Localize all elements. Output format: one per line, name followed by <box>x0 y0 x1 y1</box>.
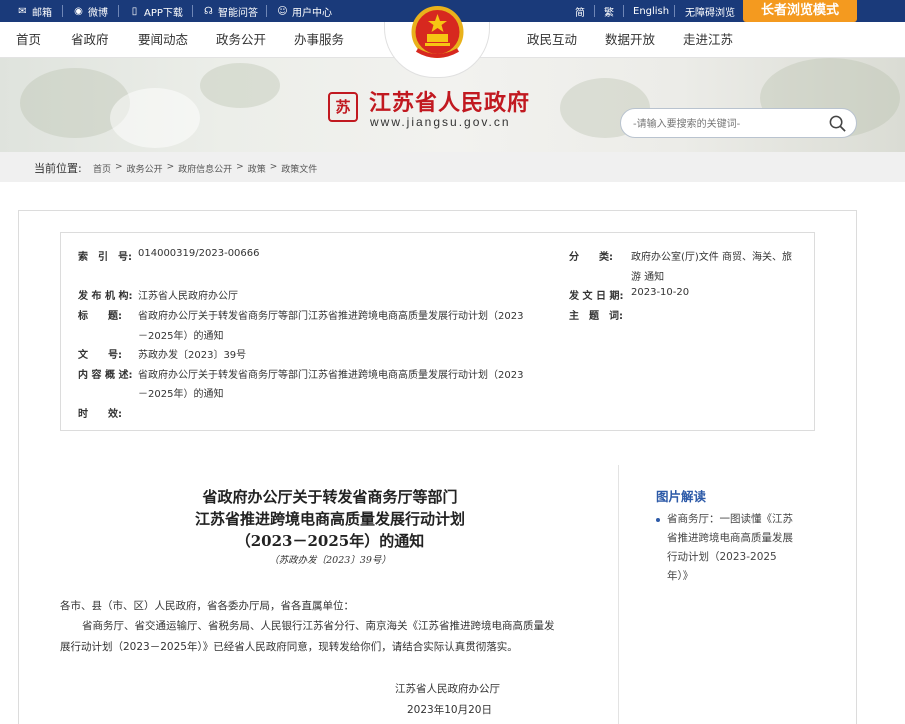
separator <box>192 5 193 17</box>
breadcrumb-sep: > <box>269 162 278 172</box>
decor-flower <box>110 88 200 148</box>
app-label: APP下载 <box>144 7 183 19</box>
paragraph-line-2: 展行动计划（2023－2025年）》已经省人民政府同意，现转发给你们，请结合实际… <box>60 641 518 653</box>
phone-icon: ▯ <box>131 5 138 17</box>
pic-link-line-3: 行动计划（2023-2025 <box>667 551 777 563</box>
weibo-label: 微博 <box>88 7 108 19</box>
breadcrumb-policy[interactable]: 政策 <box>248 162 266 175</box>
english-label: English <box>633 5 670 17</box>
user-center-link[interactable]: ☺ 用户中心 <box>277 0 332 22</box>
breadcrumb-info-disclosure[interactable]: 政府信息公开 <box>178 162 232 175</box>
english-link[interactable]: English <box>633 0 669 22</box>
user-icon: ☺ <box>277 5 288 17</box>
nav-item-interaction[interactable]: 政民互动 <box>527 22 577 58</box>
category-key: 分 类: <box>569 252 613 263</box>
national-emblem-icon <box>411 6 464 58</box>
breadcrumb-sep: > <box>166 162 175 172</box>
separator <box>266 5 267 17</box>
issue-date-key: 发 文 日 期: <box>569 291 624 302</box>
separator <box>594 5 595 17</box>
picture-interpretation-link[interactable]: 省商务厅：一图读懂《江苏 省推进跨境电商高质量发展 行动计划（2023-2025… <box>667 510 807 586</box>
index-number-value: 014000319/2023-00666 <box>138 248 260 259</box>
breadcrumb-policy-docs[interactable]: 政策文件 <box>281 162 317 175</box>
qa-label: 智能问答 <box>218 7 258 19</box>
separator <box>674 5 675 17</box>
app-download-link[interactable]: ▯ APP下载 <box>129 0 183 22</box>
document-title-line-2: 江苏省推进跨境电商高质量发展行动计划 <box>194 510 465 528</box>
breadcrumb-sep: > <box>115 162 123 172</box>
headset-icon: ☊ <box>204 5 213 17</box>
jiangsu-logo-icon: 苏 <box>328 92 358 122</box>
picture-interpretation-title: 图片解读 <box>656 489 707 504</box>
nav-item-home[interactable]: 首页 <box>16 22 41 58</box>
breadcrumb-home[interactable]: 首页 <box>93 162 111 175</box>
issuer-value: 江苏省人民政府办公厅 <box>138 291 238 302</box>
separator <box>623 5 624 17</box>
document-title-line-1: 省政府办公厅关于转发省商务厅等部门 <box>202 488 458 506</box>
search-icon[interactable] <box>828 114 847 133</box>
simplified-label: 简 <box>575 7 585 19</box>
nav-item-services[interactable]: 办事服务 <box>294 22 344 58</box>
mail-link[interactable]: ✉ 邮箱 <box>17 0 52 22</box>
qa-link[interactable]: ☊ 智能问答 <box>203 0 258 22</box>
pic-link-line-1: 省商务厅：一图读懂《江苏 <box>667 513 793 525</box>
bullet-dot-icon <box>656 518 660 522</box>
breadcrumb-sep: > <box>236 162 244 172</box>
category-value-1: 政府办公室(厅)文件 商贸、海关、旅 <box>631 252 792 263</box>
category-value-2: 游 通知 <box>631 272 665 283</box>
summary-value-2: －2025年）的通知 <box>138 389 224 400</box>
nav-item-gov-affairs[interactable]: 政务公开 <box>216 22 266 58</box>
salutation: 各市、县（市、区）人民政府，省各委办厅局，省各直属单位： <box>60 600 354 612</box>
validity-key: 时 效: <box>78 409 122 420</box>
title-value-2: －2025年）的通知 <box>138 331 224 342</box>
search-input[interactable] <box>633 115 823 133</box>
sign-date: 2023年10月20日 <box>407 704 492 716</box>
weibo-link[interactable]: ◉ 微博 <box>73 0 108 22</box>
document-number: （苏政办发〔2023〕39号） <box>269 555 391 566</box>
issue-date-value: 2023-10-20 <box>631 287 690 298</box>
doc-number-value: 苏政办发〔2023〕39号 <box>138 350 247 361</box>
breadcrumb: 首页 > 政务公开 > 政府信息公开 > 政策 > 政策文件 <box>93 162 317 175</box>
search-box <box>620 108 857 138</box>
traditional-label: 繁 <box>604 7 614 19</box>
site-title[interactable]: 江苏省人民政府 <box>369 85 530 117</box>
nav-item-open-data[interactable]: 数据开放 <box>605 22 655 58</box>
separator <box>62 5 63 17</box>
site-url: www.jiangsu.gov.cn <box>370 115 511 129</box>
nav-item-province-gov[interactable]: 省政府 <box>71 22 109 58</box>
traditional-link[interactable]: 繁 <box>604 0 614 22</box>
paragraph-line-1: 省商务厅、省交通运输厅、省税务局、人民银行江苏省分行、南京海关《江苏省推进跨境电… <box>82 620 555 632</box>
nav-item-about-jiangsu[interactable]: 走进江苏 <box>683 22 733 58</box>
mail-icon: ✉ <box>18 5 27 17</box>
decor-leaf <box>200 63 280 108</box>
user-label: 用户中心 <box>292 7 332 19</box>
mail-label: 邮箱 <box>32 7 52 19</box>
pic-link-line-2: 省推进跨境电商高质量发展 <box>667 532 793 544</box>
document-title-line-3: （2023－2025年）的通知 <box>235 532 425 550</box>
nav-item-news[interactable]: 要闻动态 <box>138 22 188 58</box>
signer: 江苏省人民政府办公厅 <box>395 683 500 695</box>
subject-key: 主 题 词: <box>569 311 623 322</box>
accessible-link[interactable]: 无障碍浏览 <box>685 0 735 22</box>
pic-link-line-4: 年）》 <box>667 570 694 582</box>
summary-value-1: 省政府办公厅关于转发省商务厅等部门江苏省推进跨境电商高质量发展行动计划（2023 <box>138 370 524 381</box>
breadcrumb-gov-affairs[interactable]: 政务公开 <box>127 162 163 175</box>
simplified-link[interactable]: 简 <box>575 0 585 22</box>
separator <box>118 5 119 17</box>
elder-mode-button[interactable]: 长者浏览模式 <box>743 0 857 22</box>
column-divider <box>618 465 619 724</box>
breadcrumb-label: 当前位置: <box>34 162 82 175</box>
accessible-label: 无障碍浏览 <box>685 7 735 19</box>
weibo-icon: ◉ <box>74 5 83 17</box>
title-value-1: 省政府办公厅关于转发省商务厅等部门江苏省推进跨境电商高质量发展行动计划（2023 <box>138 311 524 322</box>
